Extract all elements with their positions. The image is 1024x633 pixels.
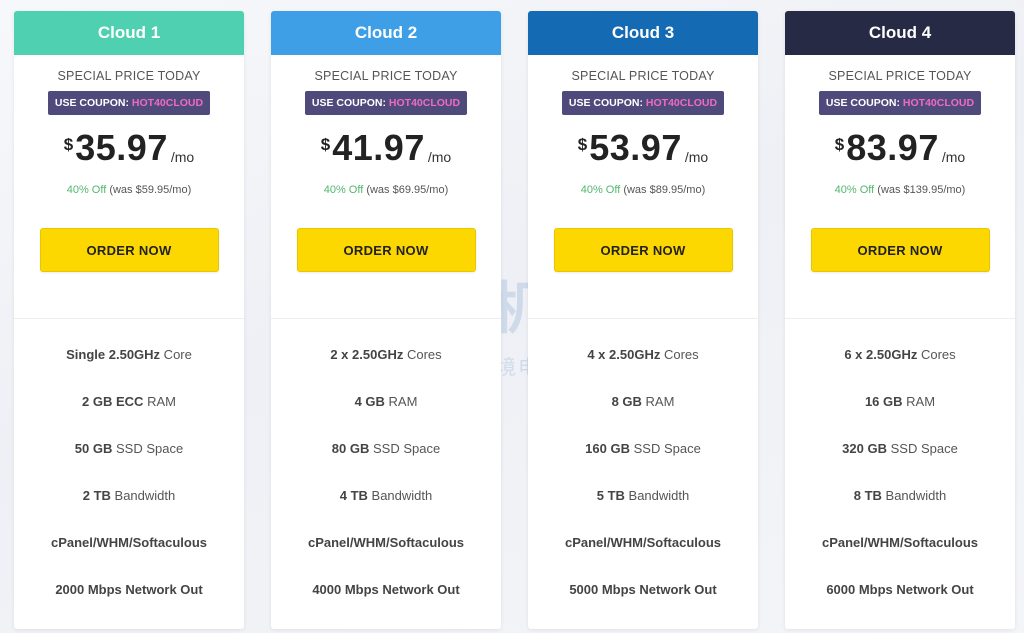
special-price-label: SPECIAL PRICE TODAY <box>571 69 715 83</box>
feature-control-panel: cPanel/WHM/Softaculous <box>50 535 208 550</box>
order-now-button[interactable]: ORDER NOW <box>553 228 733 272</box>
price: $ 53.97 /mo <box>528 129 758 167</box>
order-now-button[interactable]: ORDER NOW <box>39 228 219 272</box>
plan-card-cloud-1: Cloud 1 SPECIAL PRICE TODAY USE COUPON: … <box>14 11 244 629</box>
feature-bandwidth: 8 TB Bandwidth <box>853 488 947 503</box>
coupon-badge: USE COUPON: HOT40CLOUD <box>561 91 725 115</box>
feature-list: 2 x 2.50GHz Cores 4 GB RAM 80 GB SSD Spa… <box>271 319 501 629</box>
feature-cpu: 6 x 2.50GHz Cores <box>844 347 956 362</box>
discount-line: 40% Off (was $69.95/mo) <box>271 184 501 196</box>
special-price-label: SPECIAL PRICE TODAY <box>314 69 458 83</box>
discount-line: 40% Off (was $139.95/mo) <box>785 184 1015 196</box>
feature-storage: 50 GB SSD Space <box>74 441 184 456</box>
price-period: /mo <box>941 149 966 165</box>
plan-name: Cloud 1 <box>97 23 161 42</box>
price-amount: 41.97 <box>332 127 425 168</box>
discount-line: 40% Off (was $89.95/mo) <box>528 184 758 196</box>
feature-cpu: Single 2.50GHz Core <box>66 347 192 362</box>
feature-bandwidth: 2 TB Bandwidth <box>82 488 176 503</box>
plan-name: Cloud 4 <box>868 23 932 42</box>
price-period: /mo <box>427 149 452 165</box>
plan-pricing: SPECIAL PRICE TODAY USE COUPON: HOT40CLO… <box>528 55 758 319</box>
coupon-code: HOT40CLOUD <box>902 97 975 109</box>
feature-control-panel: cPanel/WHM/Softaculous <box>307 535 465 550</box>
pricing-page: 主机侦探 服务跨境电商·助力中企出海 Cloud 1 SPECIAL PRICE… <box>0 0 1024 633</box>
discount-line: 40% Off (was $59.95/mo) <box>14 184 244 196</box>
currency-symbol: $ <box>577 135 588 154</box>
plan-pricing: SPECIAL PRICE TODAY USE COUPON: HOT40CLO… <box>271 55 501 319</box>
special-price-label: SPECIAL PRICE TODAY <box>828 69 972 83</box>
original-price: (was $139.95/mo) <box>877 184 966 196</box>
original-price: (was $69.95/mo) <box>366 184 449 196</box>
order-now-button[interactable]: ORDER NOW <box>296 228 476 272</box>
feature-storage: 160 GB SSD Space <box>585 441 701 456</box>
currency-symbol: $ <box>63 135 74 154</box>
plan-card-cloud-2: Cloud 2 SPECIAL PRICE TODAY USE COUPON: … <box>271 11 501 629</box>
plan-header: Cloud 3 <box>528 11 758 55</box>
coupon-code: HOT40CLOUD <box>131 97 204 109</box>
price-amount: 83.97 <box>846 127 939 168</box>
currency-symbol: $ <box>834 135 845 154</box>
feature-list: 6 x 2.50GHz Cores 16 GB RAM 320 GB SSD S… <box>785 319 1015 629</box>
coupon-code: HOT40CLOUD <box>645 97 718 109</box>
plan-pricing: SPECIAL PRICE TODAY USE COUPON: HOT40CLO… <box>14 55 244 319</box>
feature-list: Single 2.50GHz Core 2 GB ECC RAM 50 GB S… <box>14 319 244 629</box>
coupon-badge: USE COUPON: HOT40CLOUD <box>818 91 982 115</box>
feature-network: 6000 Mbps Network Out <box>826 582 974 597</box>
plan-header: Cloud 4 <box>785 11 1015 55</box>
coupon-code: HOT40CLOUD <box>388 97 461 109</box>
feature-ram: 8 GB RAM <box>611 394 675 409</box>
feature-storage: 80 GB SSD Space <box>331 441 441 456</box>
coupon-label: USE COUPON: <box>568 97 643 109</box>
plan-pricing: SPECIAL PRICE TODAY USE COUPON: HOT40CLO… <box>785 55 1015 319</box>
original-price: (was $59.95/mo) <box>109 184 192 196</box>
plan-name: Cloud 3 <box>611 23 675 42</box>
feature-ram: 2 GB ECC RAM <box>82 394 176 409</box>
plan-card-cloud-4: Cloud 4 SPECIAL PRICE TODAY USE COUPON: … <box>785 11 1015 629</box>
coupon-label: USE COUPON: <box>311 97 386 109</box>
price-amount: 35.97 <box>75 127 168 168</box>
feature-bandwidth: 5 TB Bandwidth <box>596 488 690 503</box>
coupon-label: USE COUPON: <box>54 97 129 109</box>
discount-percent: 40% Off <box>323 184 364 196</box>
original-price: (was $89.95/mo) <box>623 184 706 196</box>
special-price-label: SPECIAL PRICE TODAY <box>57 69 201 83</box>
order-now-button[interactable]: ORDER NOW <box>810 228 990 272</box>
plan-card-cloud-3: Cloud 3 SPECIAL PRICE TODAY USE COUPON: … <box>528 11 758 629</box>
coupon-badge: USE COUPON: HOT40CLOUD <box>47 91 211 115</box>
discount-percent: 40% Off <box>580 184 621 196</box>
pricing-plans: Cloud 1 SPECIAL PRICE TODAY USE COUPON: … <box>14 11 1015 629</box>
feature-cpu: 2 x 2.50GHz Cores <box>330 347 442 362</box>
feature-bandwidth: 4 TB Bandwidth <box>339 488 433 503</box>
price-amount: 53.97 <box>589 127 682 168</box>
discount-percent: 40% Off <box>834 184 875 196</box>
price: $ 83.97 /mo <box>785 129 1015 167</box>
price-period: /mo <box>170 149 195 165</box>
coupon-label: USE COUPON: <box>825 97 900 109</box>
feature-network: 4000 Mbps Network Out <box>312 582 460 597</box>
feature-ram: 16 GB RAM <box>864 394 936 409</box>
currency-symbol: $ <box>320 135 331 154</box>
discount-percent: 40% Off <box>66 184 107 196</box>
price: $ 35.97 /mo <box>14 129 244 167</box>
coupon-badge: USE COUPON: HOT40CLOUD <box>304 91 468 115</box>
feature-cpu: 4 x 2.50GHz Cores <box>587 347 699 362</box>
plan-header: Cloud 1 <box>14 11 244 55</box>
feature-ram: 4 GB RAM <box>354 394 418 409</box>
feature-network: 2000 Mbps Network Out <box>55 582 203 597</box>
feature-list: 4 x 2.50GHz Cores 8 GB RAM 160 GB SSD Sp… <box>528 319 758 629</box>
plan-name: Cloud 2 <box>354 23 418 42</box>
feature-control-panel: cPanel/WHM/Softaculous <box>821 535 979 550</box>
feature-storage: 320 GB SSD Space <box>842 441 958 456</box>
feature-control-panel: cPanel/WHM/Softaculous <box>564 535 722 550</box>
price-period: /mo <box>684 149 709 165</box>
plan-header: Cloud 2 <box>271 11 501 55</box>
price: $ 41.97 /mo <box>271 129 501 167</box>
feature-network: 5000 Mbps Network Out <box>569 582 717 597</box>
